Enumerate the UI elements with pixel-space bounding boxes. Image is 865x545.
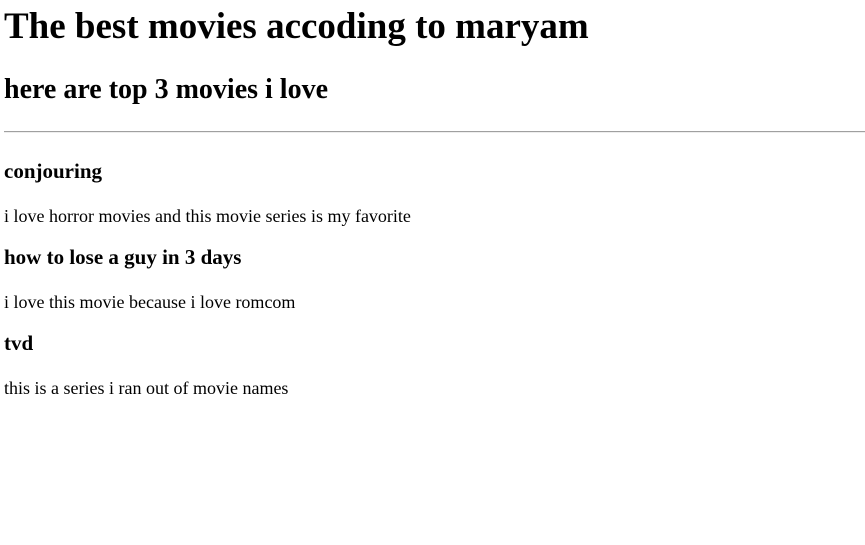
divider	[4, 131, 865, 133]
movie-description: i love horror movies and this movie seri…	[4, 206, 411, 226]
movie-description: i love this movie because i love romcom	[4, 292, 296, 312]
page-title: The best movies accoding to maryam	[4, 6, 589, 47]
page-subtitle: here are top 3 movies i love	[4, 74, 329, 105]
movie-item: conjouring i love horror movies and this…	[4, 159, 861, 227]
movie-item: how to lose a guy in 3 days i love this …	[4, 245, 861, 313]
movie-title: how to lose a guy in 3 days	[4, 245, 242, 269]
movie-title: conjouring	[4, 159, 103, 183]
movie-description: this is a series i ran out of movie name…	[4, 378, 289, 398]
movie-item: tvd this is a series i ran out of movie …	[4, 331, 861, 399]
movie-title: tvd	[4, 331, 34, 355]
movie-list: conjouring i love horror movies and this…	[4, 159, 861, 399]
